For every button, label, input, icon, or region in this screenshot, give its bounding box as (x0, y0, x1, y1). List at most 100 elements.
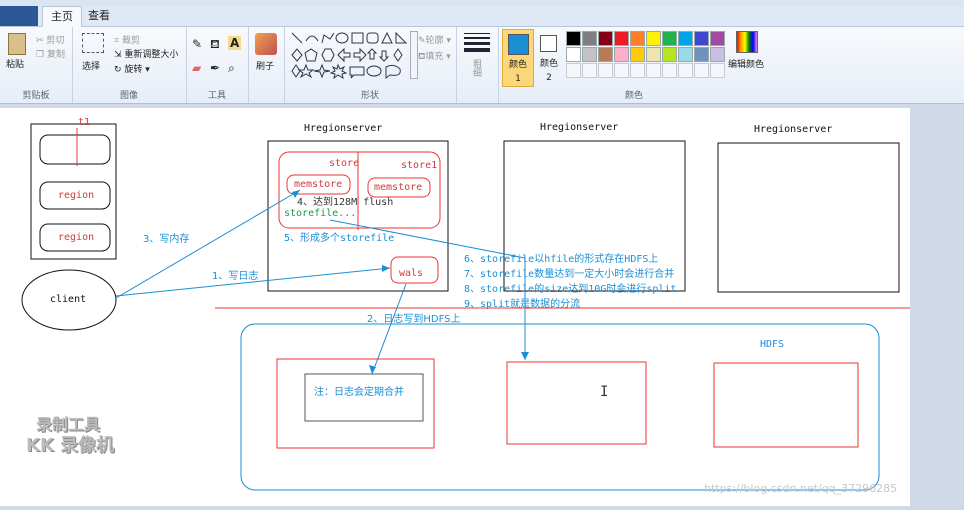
pencil-icon[interactable]: ✎ (192, 37, 202, 51)
paste-button[interactable]: 粘贴 (6, 57, 24, 70)
custom-color-slot[interactable] (598, 63, 613, 78)
custom-color-slot[interactable] (662, 63, 677, 78)
flush-note: 4、达到128M flush (297, 197, 394, 208)
custom-color-slot[interactable] (582, 63, 597, 78)
edit-colors-icon[interactable] (736, 31, 758, 53)
magnifier-icon[interactable]: ⌕ (228, 61, 235, 76)
log-hdfs-note: 2、日志写到HDFS上 (367, 314, 461, 325)
color-picker-icon[interactable]: ✒ (210, 61, 220, 75)
recorder-watermark-2: KK 录像机 (26, 435, 115, 456)
scissors-icon: ✂ (36, 36, 44, 46)
palette-color[interactable] (662, 31, 677, 46)
palette-color[interactable] (598, 47, 613, 62)
cut-button[interactable]: ✂ 剪切 (36, 33, 64, 46)
store-label: store (329, 158, 360, 169)
drawing-canvas[interactable]: I t1 region region client Hregionserver … (0, 108, 910, 506)
custom-color-slot[interactable] (566, 63, 581, 78)
region-label-2: region (58, 232, 95, 243)
size-button[interactable]: 粗细 (470, 59, 483, 77)
color2-label: 颜色 2 (539, 59, 558, 83)
copy-button[interactable]: ❐ 复制 (36, 47, 65, 60)
palette-color[interactable] (678, 31, 693, 46)
palette-color[interactable] (614, 47, 629, 62)
palette-color[interactable] (582, 31, 597, 46)
palette-color[interactable] (694, 31, 709, 46)
palette-color[interactable] (630, 47, 645, 62)
eraser-icon[interactable]: ▰ (192, 61, 201, 75)
memstore-label-1: memstore (294, 179, 343, 190)
rotate-button[interactable]: ↻ 旋转 ▾ (114, 62, 150, 75)
tools-group-label: 工具 (207, 91, 226, 101)
tab-home[interactable]: 主页 (42, 6, 82, 27)
note-6: 6、storefile以hfile的形式存在HDFS上 (464, 254, 659, 265)
custom-color-slot[interactable] (630, 63, 645, 78)
paste-icon[interactable] (8, 33, 26, 55)
palette-color[interactable] (582, 47, 597, 62)
custom-color-slot[interactable] (646, 63, 661, 78)
write-log-note: 1、写日志 (212, 271, 259, 282)
outline-button[interactable]: ✎轮廓 ▾ (418, 33, 451, 46)
ribbon-tab-row (0, 6, 964, 27)
color1-button[interactable]: 颜色 1 (502, 29, 534, 87)
line-size-icon[interactable] (464, 33, 490, 53)
fill-button[interactable]: ⛾填充 ▾ (418, 49, 451, 63)
palette-color[interactable] (598, 31, 613, 46)
url-watermark: https://blog.csdn.net/qq_37296285 (704, 482, 898, 495)
merge-note: 注：日志会定期合并 (314, 387, 404, 398)
storefile-label: storefile... (284, 208, 357, 219)
hregionserver-title-3: Hregionserver (754, 124, 833, 135)
select-icon[interactable] (82, 33, 104, 53)
size-group: 粗细 (456, 27, 499, 103)
fill-icon[interactable]: ⛾ (210, 37, 220, 53)
file-menu-button[interactable] (0, 6, 38, 26)
brush-button[interactable]: 刷子 (256, 59, 274, 72)
palette-color[interactable] (630, 31, 645, 46)
custom-color-slot[interactable] (678, 63, 693, 78)
resize-button[interactable]: ⇲ 重新调整大小 (114, 47, 178, 60)
clipboard-group: 粘贴 ✂ 剪切 ❐ 复制 剪贴板 (0, 27, 73, 103)
palette-color[interactable] (710, 31, 725, 46)
note-9: 9、split就是数据的分流 (464, 299, 581, 310)
crop-button[interactable]: ⌗ 裁剪 (114, 33, 140, 46)
crop-icon: ⌗ (114, 36, 120, 46)
edit-colors-button[interactable]: 编辑颜色 (728, 57, 764, 70)
palette-color[interactable] (694, 47, 709, 62)
many-storefile-note: 5、形成多个storefile (284, 233, 395, 244)
note-8: 8、storefile的size达到10G时会进行split (464, 284, 677, 295)
hregionserver-box-3 (717, 142, 900, 293)
note-7: 7、storefile数量达到一定大小时会进行合并 (464, 269, 675, 280)
store1-label: store1 (401, 160, 438, 171)
rotate-icon: ↻ (114, 65, 122, 75)
image-group: 选择 ⌗ 裁剪 ⇲ 重新调整大小 ↻ 旋转 ▾ 图像 (72, 27, 187, 103)
palette-color[interactable] (662, 47, 677, 62)
palette-color[interactable] (566, 31, 581, 46)
color2-button[interactable]: 颜色 2 (536, 29, 562, 85)
palette-color[interactable] (614, 31, 629, 46)
copy-icon: ❐ (36, 50, 45, 60)
memstore-label-2: memstore (374, 182, 423, 193)
palette-color[interactable] (646, 47, 661, 62)
client-label: client (50, 294, 87, 305)
select-button[interactable]: 选择 (82, 59, 100, 72)
color1-swatch (508, 34, 529, 55)
palette-color[interactable] (566, 47, 581, 62)
text-icon[interactable]: A (228, 36, 242, 50)
custom-color-slot[interactable] (614, 63, 629, 78)
brush-icon[interactable] (255, 33, 277, 55)
color1-label: 颜色 1 (508, 60, 527, 84)
shapes-scrollbar[interactable] (410, 31, 418, 79)
tab-view[interactable]: 查看 (82, 6, 116, 26)
palette-color[interactable] (646, 31, 661, 46)
shapes-gallery[interactable] (290, 31, 408, 79)
colors-group: 颜色 1 颜色 2 编辑颜色 颜色 (498, 27, 770, 103)
palette-color[interactable] (710, 47, 725, 62)
custom-color-slot[interactable] (710, 63, 725, 78)
shapes-group: ✎轮廓 ▾ ⛾填充 ▾ 形状 (284, 27, 457, 103)
palette-color[interactable] (678, 47, 693, 62)
custom-color-slot[interactable] (694, 63, 709, 78)
clipboard-group-label: 剪贴板 (22, 91, 50, 101)
resize-icon: ⇲ (114, 50, 122, 60)
colors-group-label: 颜色 (624, 91, 643, 101)
t1-label: t1 (78, 117, 91, 128)
hdfs-block-3 (713, 362, 859, 448)
